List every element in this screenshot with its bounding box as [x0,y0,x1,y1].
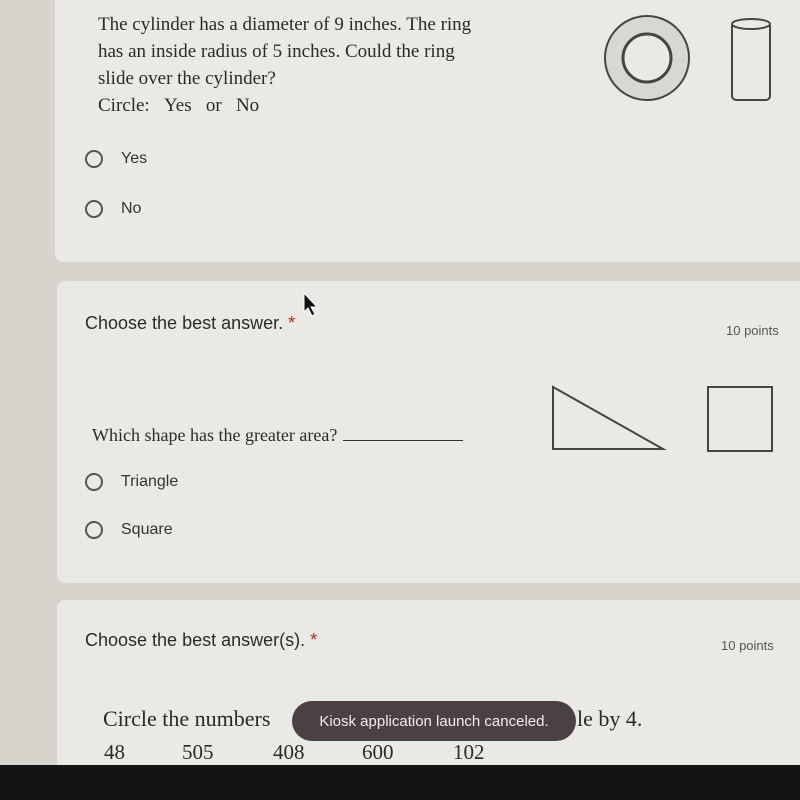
screen-bezel [0,765,800,800]
title-text: Choose the best answer. [85,313,284,333]
required-asterisk: * [310,630,318,650]
question-card-1: The cylinder has a diameter of 9 inches.… [55,0,800,262]
number-option: 505 [182,740,214,764]
cylinder-top [731,18,771,30]
option-no[interactable]: No [85,200,141,218]
ring-inner [621,32,673,84]
question-2-prompt: Which shape has the greater area? [92,422,464,449]
option-label: Square [121,521,173,538]
question-1-text: The cylinder has a diameter of 9 inches.… [98,11,471,119]
number-option: 600 [362,740,394,764]
option-label: No [121,200,142,217]
question-card-3: Choose the best answer(s). * 10 points C… [57,600,800,780]
question-2-title: Choose the best answer. * [85,313,295,334]
kiosk-toast: Kiosk application launch canceled. [292,701,576,741]
number-option: 408 [273,740,305,764]
prompt-start: Circle the numbers [103,706,271,731]
option-triangle[interactable]: Triangle [85,473,178,491]
square-shape [707,386,773,452]
prompt-text: Which shape has the greater area? [92,425,338,445]
shapes-figure [552,385,773,452]
circle-line: Circle: Yes or No [98,92,471,119]
option-label: Yes [121,150,148,167]
radio-icon[interactable] [85,200,103,218]
circle-label: Circle: [98,95,150,116]
radio-icon[interactable] [85,521,103,539]
option-label: Triangle [121,473,179,490]
question-line: has an inside radius of 5 inches. Could … [98,41,455,62]
option-square[interactable]: Square [85,521,173,539]
ring-and-cylinder-figure [604,15,771,101]
points-label: 10 points [726,323,779,338]
points-label: 10 points [721,638,774,653]
title-text: Choose the best answer(s). [85,630,306,650]
circle-yes: Yes [163,95,192,116]
number-option: 102 [453,740,485,764]
cylinder-body [731,21,771,101]
circle-or: or [205,95,222,116]
triangle-shape [552,385,667,450]
radio-icon[interactable] [85,473,103,491]
number-option: 48 [104,740,125,764]
mouse-cursor-icon [303,292,319,317]
toast-message: Kiosk application launch canceled. [319,712,549,730]
circle-no: No [235,95,260,116]
prompt-end: le by 4. [577,706,643,731]
radio-icon[interactable] [85,150,103,168]
option-yes[interactable]: Yes [85,150,147,168]
answer-blank [343,440,464,441]
question-line: slide over the cylinder? [98,68,276,89]
question-3-title: Choose the best answer(s). * [85,630,317,651]
question-line: The cylinder has a diameter of 9 inches.… [98,14,472,35]
required-asterisk: * [288,313,296,333]
question-card-2: Choose the best answer. * 10 points Whic… [57,281,800,583]
